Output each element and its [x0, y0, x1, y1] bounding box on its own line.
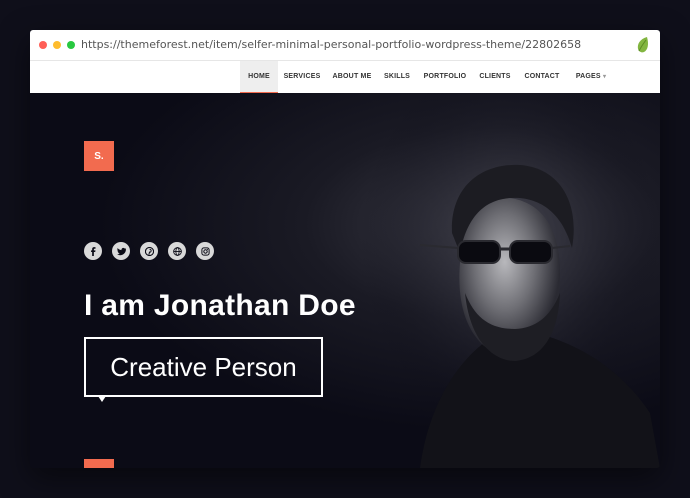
nav-pages[interactable]: PAGES ▾ — [572, 61, 610, 93]
chevron-down-icon: ▾ — [602, 74, 607, 80]
pinterest-icon[interactable] — [140, 242, 158, 260]
close-window-dot[interactable] — [39, 41, 47, 49]
envato-leaf-icon — [637, 37, 648, 53]
role-badge: Creative Person — [84, 337, 323, 402]
address-bar-url[interactable]: https://themeforest.net/item/selfer-mini… — [81, 38, 581, 51]
facebook-icon[interactable] — [84, 242, 102, 260]
twitter-icon[interactable] — [112, 242, 130, 260]
site-logo[interactable]: S. — [84, 141, 114, 171]
hero-section: S. I am Jonathan Doe Creative Person — [30, 93, 660, 468]
speech-tail — [98, 396, 106, 402]
nav-home[interactable]: HOME — [240, 61, 278, 93]
globe-icon[interactable] — [168, 242, 186, 260]
maximize-window-dot[interactable] — [67, 41, 75, 49]
role-text: Creative Person — [110, 351, 297, 382]
instagram-icon[interactable] — [196, 242, 214, 260]
nav-portfolio[interactable]: PORTFOLIO — [423, 61, 467, 93]
nav-clients[interactable]: CLIENTS — [477, 61, 513, 93]
portrait-image — [360, 93, 660, 468]
scroll-down-button[interactable] — [84, 459, 114, 468]
site-navbar: HOME SERVICES ABOUT ME SKILLS PORTFOLIO … — [30, 61, 660, 93]
hero-heading: I am Jonathan Doe — [84, 289, 356, 322]
browser-window: https://themeforest.net/item/selfer-mini… — [30, 30, 660, 468]
nav-services[interactable]: SERVICES — [282, 61, 322, 93]
browser-chrome: https://themeforest.net/item/selfer-mini… — [30, 30, 660, 61]
minimize-window-dot[interactable] — [53, 41, 61, 49]
nav-contact[interactable]: CONTACT — [522, 61, 562, 93]
nav-skills[interactable]: SKILLS — [382, 61, 412, 93]
nav-about-me[interactable]: ABOUT ME — [330, 61, 374, 93]
